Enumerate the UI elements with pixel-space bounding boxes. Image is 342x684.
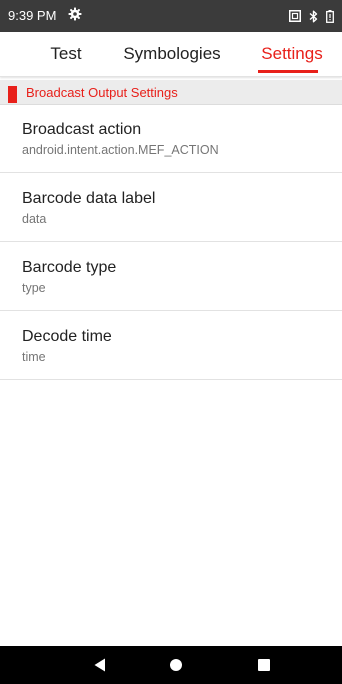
pref-summary: type <box>22 281 46 295</box>
status-time: 9:39 PM <box>8 8 57 23</box>
section-title: Broadcast Output Settings <box>26 85 178 100</box>
tab-symbologies[interactable]: Symbologies <box>112 32 232 76</box>
navigation-bar <box>0 646 342 684</box>
pref-title: Decode time <box>22 328 112 345</box>
pref-title: Barcode type <box>22 259 117 276</box>
pref-broadcast-action[interactable]: Broadcast action android.intent.action.M… <box>0 104 342 173</box>
bluetooth-icon <box>309 10 318 22</box>
pref-title: Barcode data label <box>22 190 156 207</box>
battery-icon <box>326 9 334 23</box>
settings-gear-icon <box>68 7 82 21</box>
pref-title: Broadcast action <box>22 121 142 138</box>
home-icon[interactable] <box>167 656 185 674</box>
active-tab-indicator <box>258 70 318 73</box>
pref-summary: android.intent.action.MEF_ACTION <box>22 143 219 157</box>
tab-test[interactable]: Test <box>36 32 96 76</box>
pref-barcode-type[interactable]: Barcode type type <box>0 242 342 311</box>
recents-icon[interactable] <box>255 656 273 674</box>
section-header: Broadcast Output Settings <box>0 80 342 105</box>
screenshot-icon <box>289 10 301 22</box>
pref-decode-time[interactable]: Decode time time <box>0 311 342 380</box>
section-marker <box>8 86 17 103</box>
status-bar: 9:39 PM <box>0 0 342 32</box>
pref-barcode-data-label[interactable]: Barcode data label data <box>0 173 342 242</box>
pref-summary: data <box>22 212 47 226</box>
back-icon[interactable] <box>91 656 109 674</box>
pref-summary: time <box>22 350 46 364</box>
tab-bar: Test Symbologies Settings <box>0 32 342 77</box>
status-icons <box>289 8 334 24</box>
